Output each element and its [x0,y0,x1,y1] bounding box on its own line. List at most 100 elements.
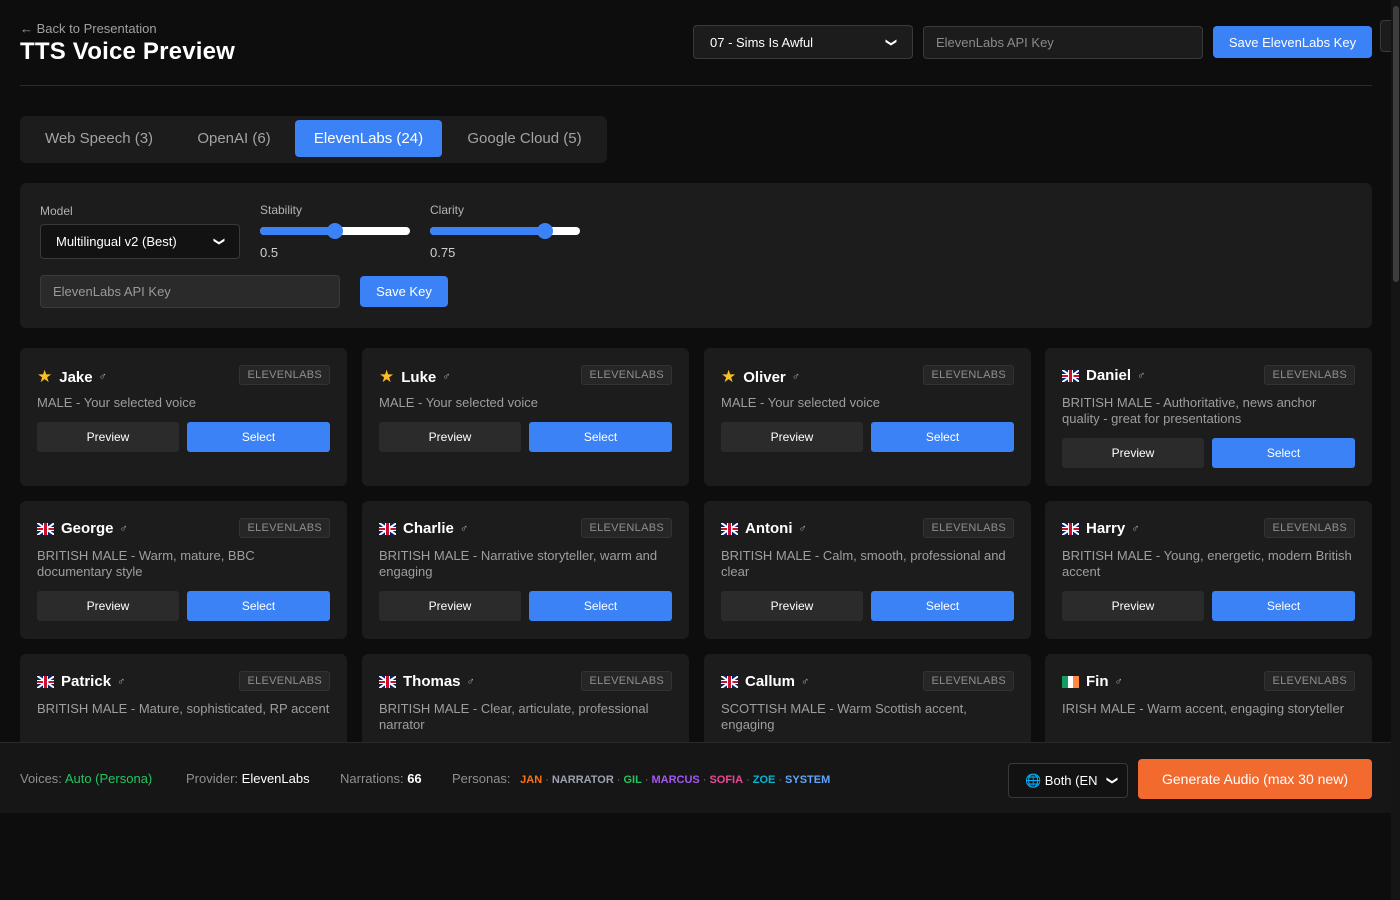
voice-name-label: Daniel [1086,367,1132,384]
provider-badge: ELEVENLABS [923,518,1014,538]
api-key-input[interactable]: ElevenLabs API Key [40,275,340,308]
voice-card: George ♂ ELEVENLABS BRITISH MALE - Warm, ma… [20,501,347,639]
voice-name-label: George [61,520,114,537]
preview-button[interactable]: Preview [37,422,179,452]
uk-flag-icon [721,522,738,535]
presentation-select-value: 07 - Sims Is Awful [710,34,814,50]
save-key-button[interactable]: Save Key [360,276,448,307]
voice-description: SCOTTISH MALE - Warm Scottish accent, en… [721,701,967,732]
footer-provider: Provider: ElevenLabs [186,771,310,786]
voice-card: Thomas ♂ ELEVENLABS BRITISH MALE - Clear, a… [362,654,689,754]
clarity-slider-fill [430,227,545,235]
preview-button[interactable]: Preview [379,422,521,452]
stability-slider-thumb[interactable] [327,223,343,239]
voice-name-label: Charlie [403,520,454,537]
generate-audio-button[interactable]: Generate Audio (max 30 new) [1138,759,1372,799]
back-to-presentation-link[interactable]: ← Back to Presentation [20,21,157,36]
narrations-value: 66 [407,771,422,786]
select-voice-button[interactable]: Select [529,591,672,621]
clarity-slider-thumb[interactable] [537,223,553,239]
uk-flag-icon [379,522,396,535]
chevron-down-icon: ❯ [884,37,897,47]
male-symbol-icon: ♂ [466,675,475,688]
clarity-slider[interactable] [430,223,580,239]
tab-web-speech[interactable]: Web Speech (3) [24,120,174,157]
select-voice-button[interactable]: Select [187,422,330,452]
footer-narrations: Narrations: 66 [340,771,422,786]
preview-button[interactable]: Preview [1062,438,1204,468]
clarity-label: Clarity [430,203,465,217]
voice-description: BRITISH MALE - Warm, mature, BBC documen… [37,548,255,579]
voice-name-label: Luke [401,368,437,386]
voices-label: Voices: [20,771,62,786]
personas-label: Personas: [452,771,511,786]
voice-name: Harry ♂ [1062,520,1139,537]
select-voice-button[interactable]: Select [187,591,330,621]
voice-name-label: Antoni [745,520,793,537]
male-symbol-icon: ♂ [798,522,807,535]
male-symbol-icon: ♂ [442,371,451,383]
stability-label: Stability [260,203,303,217]
tab-google-cloud[interactable]: Google Cloud (5) [445,120,604,157]
male-symbol-icon: ♂ [1114,675,1123,688]
voice-card: Charlie ♂ ELEVENLABS BRITISH MALE - Narrati… [362,501,689,639]
model-select-value: Multilingual v2 (Best) [56,234,177,249]
stability-slider[interactable] [260,223,410,239]
voice-card: ★ Jake ♂ ELEVENLABS MALE - Your selected voi… [20,348,347,486]
voice-card: Antoni ♂ ELEVENLABS BRITISH MALE - Calm, sm… [704,501,1031,639]
select-voice-button[interactable]: Select [871,591,1014,621]
select-voice-button[interactable]: Select [871,422,1014,452]
language-select[interactable]: 🌐 Both (EN ❯ [1008,763,1128,798]
voice-description: MALE - Your selected voice [37,395,196,410]
persona-tag: SOFIA [709,774,744,786]
page-title: TTS Voice Preview [20,38,236,65]
male-symbol-icon: ♂ [1137,369,1146,382]
voice-description: BRITISH MALE - Mature, sophisticated, RP… [37,701,330,716]
provider-badge: ELEVENLABS [1264,671,1355,691]
male-symbol-icon: ♂ [801,675,810,688]
uk-flag-icon [1062,522,1079,535]
page-scrollbar-thumb[interactable] [1393,6,1399,282]
select-voice-button[interactable]: Select [1212,438,1355,468]
uk-flag-icon [379,675,396,688]
preview-button[interactable]: Preview [1062,591,1204,621]
model-label: Model [40,204,73,218]
preview-button[interactable]: Preview [37,591,179,621]
model-select[interactable]: Multilingual v2 (Best) ❯ [40,224,240,259]
male-symbol-icon: ♂ [119,522,128,535]
header-api-key-input[interactable]: ElevenLabs API Key [923,26,1203,59]
footer-personas: Personas: JAN · NARRATOR · GIL · MARCUS · SOFIA ·… [452,771,830,786]
save-elevenlabs-key-button[interactable]: Save ElevenLabs Key [1213,26,1372,58]
male-symbol-icon: ♂ [791,371,801,383]
select-voice-button[interactable]: Select [529,422,672,452]
star-icon: ★ [721,367,737,386]
tab-openai[interactable]: OpenAI (6) [177,120,291,157]
voice-name: Thomas ♂ [379,673,475,690]
voice-description: BRITISH MALE - Narrative storyteller, wa… [379,548,658,579]
separator-dot: · [545,774,549,786]
tab-elevenlabs[interactable]: ElevenLabs (24) [295,120,442,157]
separator-dot: · [644,774,649,786]
persona-tag: SYSTEM [785,774,831,786]
provider-badge: ELEVENLABS [923,365,1014,385]
preview-button[interactable]: Preview [379,591,521,621]
provider-badge: ELEVENLABS [581,365,672,385]
voice-card: Patrick ♂ ELEVENLABS BRITISH MALE - Mature,… [20,654,347,754]
preview-button[interactable]: Preview [721,591,863,621]
provider-badge: ELEVENLABS [581,518,672,538]
voice-name: Fin ♂ [1062,673,1123,690]
voice-name-label: Patrick [61,673,112,690]
presentation-select[interactable]: 07 - Sims Is Awful ❯ [693,25,913,59]
select-voice-button[interactable]: Select [1212,591,1355,621]
voice-description: MALE - Your selected voice [379,395,538,410]
chevron-down-icon: ❯ [212,236,225,247]
voice-card: Harry ♂ ELEVENLABS BRITISH MALE - Young, en… [1045,501,1372,639]
star-icon: ★ [379,367,395,386]
separator-dot: · [778,774,783,786]
separator-dot: · [746,774,750,786]
preview-button[interactable]: Preview [721,422,863,452]
uk-flag-icon [37,522,54,535]
persona-tag: JAN [520,774,543,786]
voice-card: Daniel ♂ ELEVENLABS BRITISH MALE - Authorit… [1045,348,1372,486]
voice-name-label: Fin [1086,673,1109,690]
